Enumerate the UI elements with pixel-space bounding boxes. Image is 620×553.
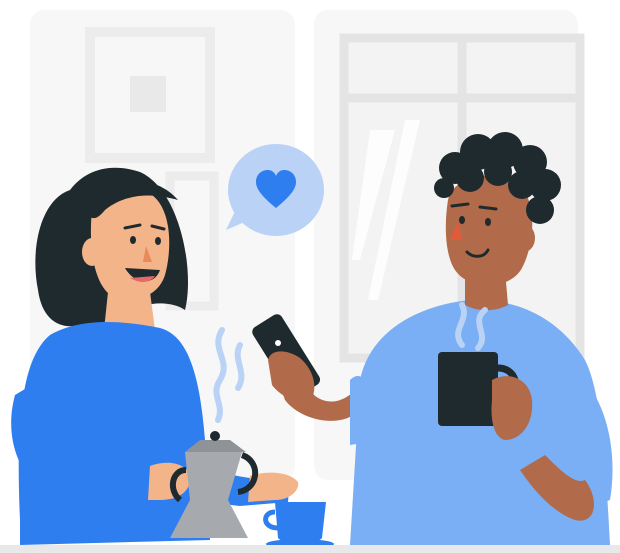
illustration-scene	[0, 0, 620, 553]
coffee-cup	[263, 502, 334, 549]
table-surface	[0, 545, 620, 553]
illustration-canvas	[0, 10, 620, 553]
